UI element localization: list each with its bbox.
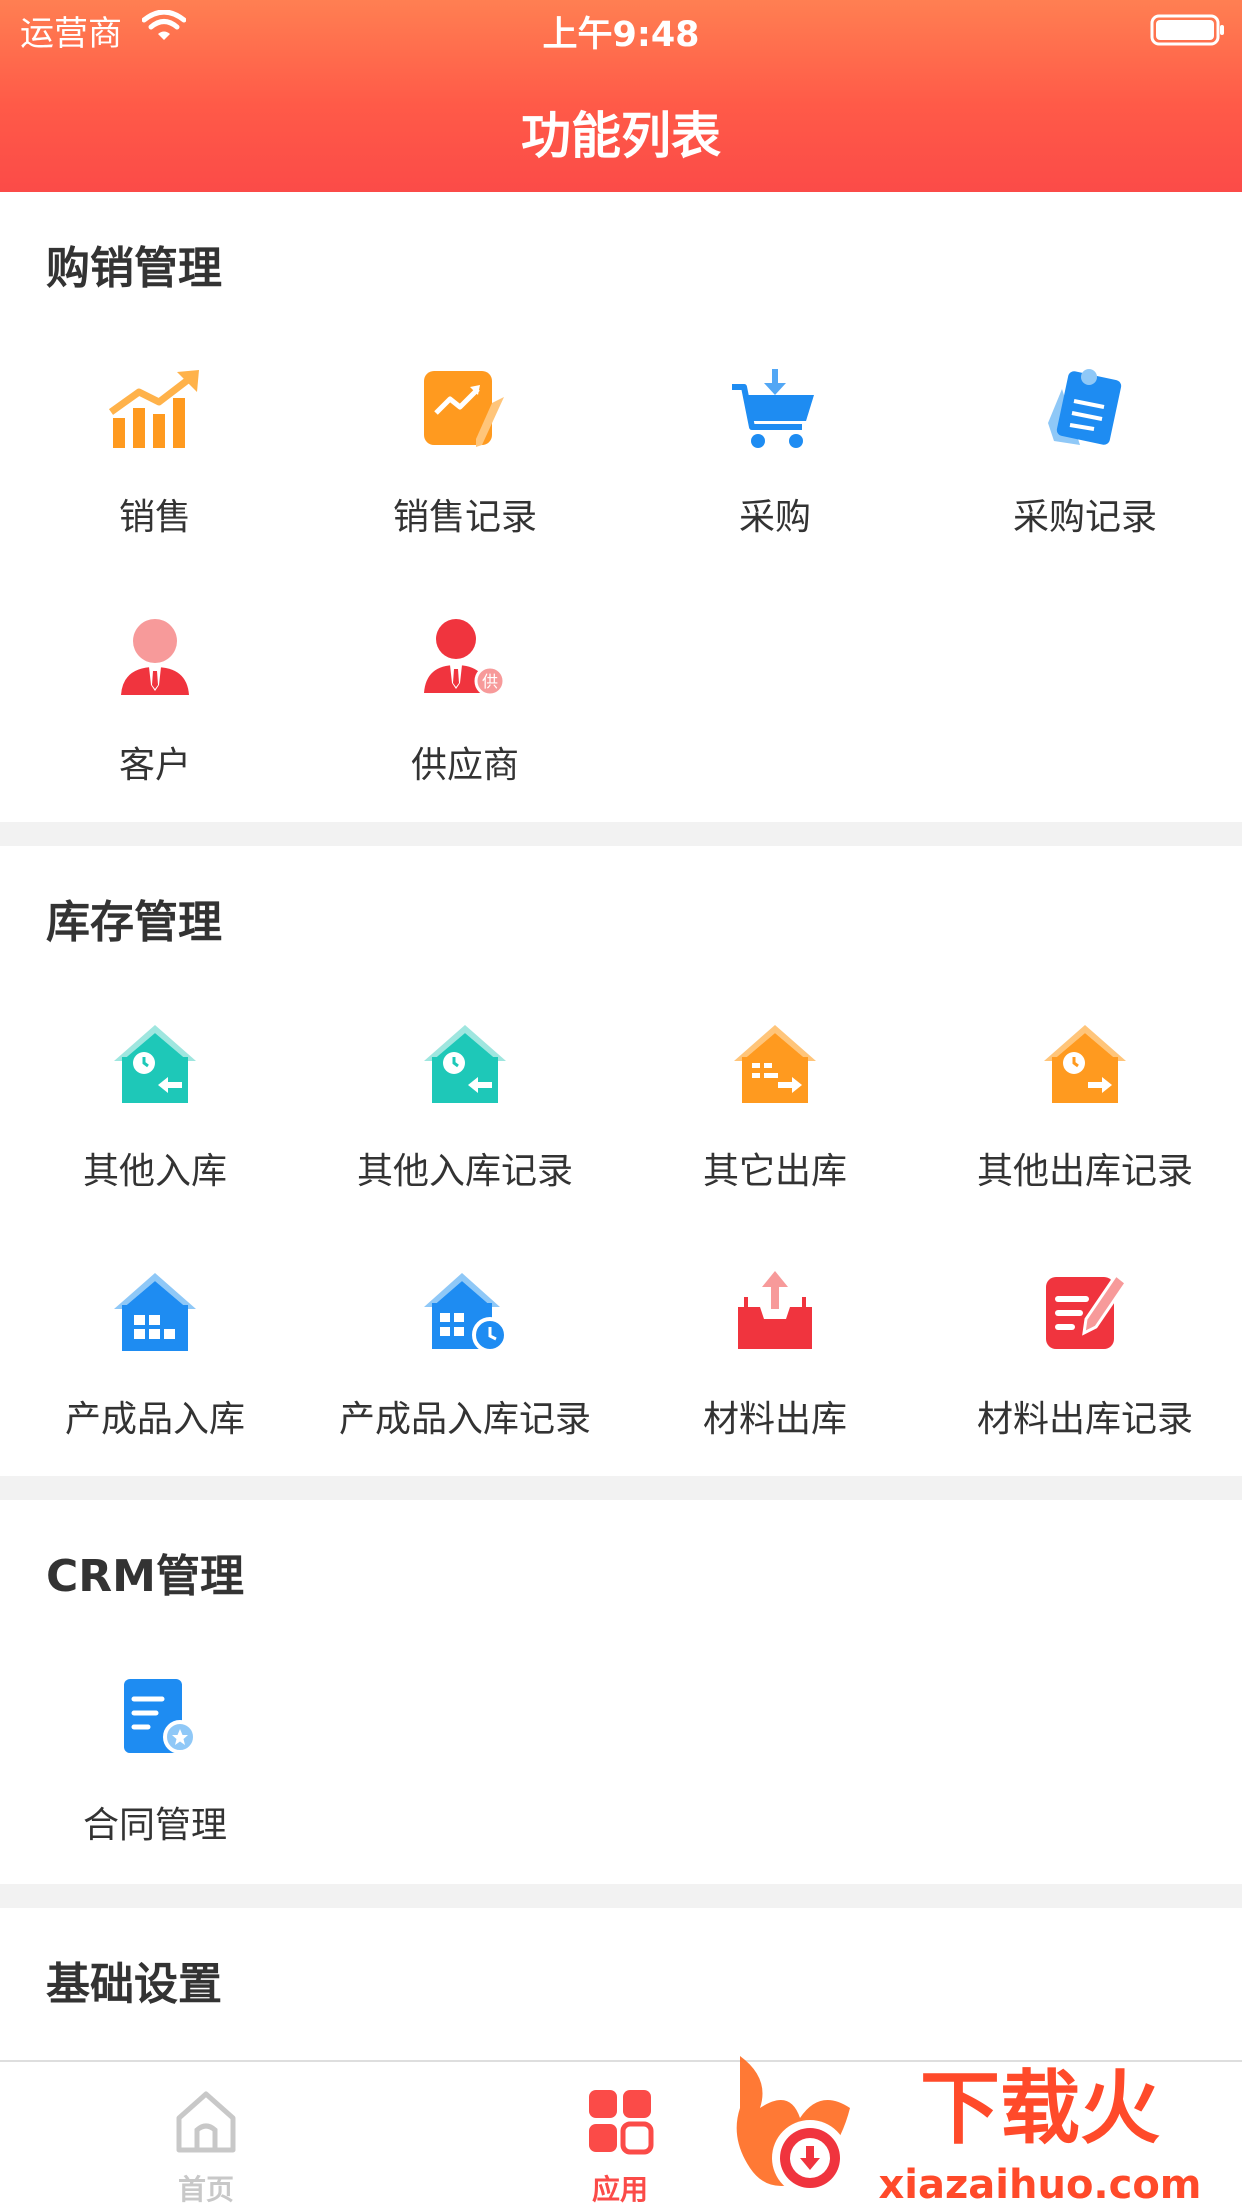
battery-icon (1150, 14, 1226, 50)
apps-icon (589, 2090, 654, 2155)
function-item-label: 采购记录 (1012, 497, 1157, 538)
watermark-text: 下载火 (920, 2062, 1160, 2155)
function-item-label: 产成品入库 (64, 1399, 245, 1440)
function-item-label: 产成品入库记录 (338, 1399, 591, 1440)
function-item-product-in[interactable]: 产成品入库 (0, 1262, 310, 1502)
tab-home[interactable]: 首页 (106, 2062, 306, 2210)
warehouse-in-icon (114, 1025, 196, 1103)
tab-label: 首页 (177, 2173, 234, 2206)
function-item-label: 采购 (738, 497, 811, 538)
supplier-icon: 供 (424, 619, 506, 697)
function-item-label: 材料出库记录 (976, 1399, 1193, 1440)
sales-chart-icon (108, 370, 199, 448)
function-item-other-in-record[interactable]: 其他入库记录 (310, 1014, 620, 1254)
function-item-supplier[interactable]: 供 供应商 (310, 608, 620, 848)
function-list: 购销管理 销售 销售记录 采购 采购记录 客户 供 供应商 库存管理 其他入库 … (0, 192, 1242, 2108)
warehouse-out-icon (734, 1025, 816, 1103)
watermark-logo: 下载火 xiazaihuo.com (730, 2048, 1242, 2208)
status-bar: 运营商 上午9:48 (0, 0, 1242, 60)
section-inventory: 库存管理 其他入库 其他入库记录 其它出库 其他出库记录 产成品入库 产成品入库… (0, 846, 1242, 1476)
product-in-icon (114, 1273, 196, 1351)
product-in-record-icon (424, 1273, 508, 1353)
function-item-label: 其他入库记录 (356, 1151, 573, 1192)
tab-apps[interactable]: 应用 (520, 2062, 720, 2210)
function-item-sales-record[interactable]: 销售记录 (310, 360, 620, 600)
function-item-label: 材料出库 (702, 1399, 847, 1440)
function-item-label: 销售 (118, 497, 191, 538)
function-item-purchase[interactable]: 采购 (620, 360, 930, 600)
material-out-icon (738, 1271, 812, 1349)
function-item-other-out-record[interactable]: 其他出库记录 (930, 1014, 1240, 1254)
section-title: 库存管理 (46, 897, 222, 948)
function-item-product-in-record[interactable]: 产成品入库记录 (310, 1262, 620, 1502)
function-item-label: 销售记录 (392, 497, 537, 538)
function-item-material-out[interactable]: 材料出库 (620, 1262, 930, 1502)
clipboard-icon (1048, 369, 1122, 445)
tab-label: 应用 (591, 2173, 648, 2206)
function-item-other-out[interactable]: 其它出库 (620, 1014, 930, 1254)
section-crm: CRM管理 合同管理 (0, 1500, 1242, 1884)
home-icon (176, 2091, 236, 2153)
section-title: 购销管理 (46, 243, 222, 294)
app-header: 运营商 上午9:48 功能列表 (0, 0, 1242, 192)
function-item-label: 合同管理 (82, 1805, 227, 1846)
function-item-label: 其它出库 (702, 1151, 847, 1192)
function-item-label: 其他出库记录 (976, 1151, 1193, 1192)
customer-icon (121, 619, 189, 695)
function-item-label: 客户 (118, 745, 191, 786)
supplier-badge-text: 供 (482, 672, 498, 691)
section-purchase-sales: 购销管理 销售 销售记录 采购 采购记录 客户 供 供应商 (0, 192, 1242, 822)
function-item-contract[interactable]: 合同管理 (0, 1668, 310, 1908)
section-title: CRM管理 (46, 1551, 244, 1602)
warehouse-in-record-icon (424, 1025, 506, 1103)
cart-icon (732, 369, 814, 448)
warehouse-out-record-icon (1044, 1025, 1126, 1103)
contract-icon (124, 1679, 197, 1754)
status-time: 上午9:48 (542, 15, 700, 55)
function-item-other-in[interactable]: 其他入库 (0, 1014, 310, 1254)
watermark-url: xiazaihuo.com (879, 2162, 1202, 2208)
function-item-sales[interactable]: 销售 (0, 360, 310, 600)
page-title: 功能列表 (521, 107, 721, 165)
function-item-customer[interactable]: 客户 (0, 608, 310, 848)
function-item-material-out-record[interactable]: 材料出库记录 (930, 1262, 1240, 1502)
function-item-label: 供应商 (410, 745, 519, 786)
function-item-label: 其他入库 (82, 1151, 227, 1192)
section-title: 基础设置 (46, 1959, 222, 2010)
sales-record-icon (424, 371, 504, 447)
material-out-record-icon (1046, 1272, 1129, 1349)
function-item-purchase-record[interactable]: 采购记录 (930, 360, 1240, 600)
